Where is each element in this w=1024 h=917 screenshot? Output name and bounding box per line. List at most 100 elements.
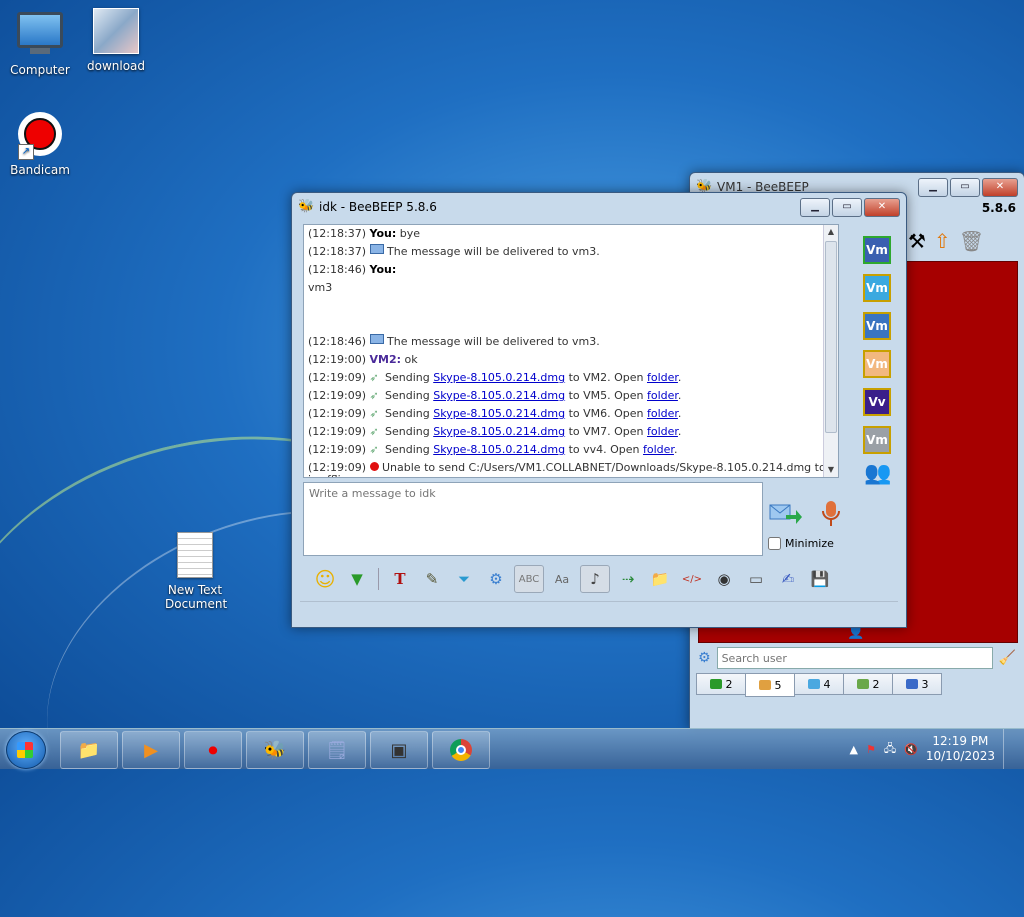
- chat-member-avatar[interactable]: Vm: [863, 312, 891, 340]
- save-button[interactable]: 💾: [806, 566, 834, 592]
- camera-icon: ◉: [717, 570, 731, 588]
- taskbar-explorer[interactable]: 📁: [60, 731, 118, 769]
- save-chat-button[interactable]: ⇢: [614, 566, 642, 592]
- word-complete-button[interactable]: Aa: [548, 566, 576, 592]
- open-folder-link[interactable]: folder: [647, 371, 678, 384]
- clock[interactable]: 12:19 PM 10/10/2023: [926, 734, 995, 764]
- open-folder-link[interactable]: folder: [647, 425, 678, 438]
- start-button[interactable]: [6, 731, 46, 769]
- chat-log[interactable]: (12:18:37) You: bye (12:18:37) The messag…: [303, 224, 839, 478]
- chat-log-line: (12:19:09) Unable to send C:/Users/VM1.C…: [308, 459, 838, 477]
- tab-files[interactable]: 3: [892, 673, 942, 695]
- taskbar-beebeep[interactable]: 🐝: [246, 731, 304, 769]
- send-option-button[interactable]: ▼: [343, 566, 371, 592]
- chat-member-avatar[interactable]: Vm: [863, 236, 891, 264]
- action-center-flag-icon[interactable]: ⚑: [866, 743, 876, 756]
- spellcheck-button[interactable]: ABC: [514, 565, 544, 593]
- message-input[interactable]: [304, 483, 762, 555]
- file-link[interactable]: Skype-8.105.0.214.dmg: [433, 371, 565, 384]
- show-hidden-icons-icon[interactable]: ▲: [850, 743, 858, 756]
- computer-icon: [16, 12, 64, 60]
- desktop-icon-label: Bandicam: [10, 163, 70, 177]
- taskbar-notepad[interactable]: 🗒: [308, 731, 366, 769]
- maximize-button[interactable]: ▭: [832, 197, 862, 217]
- open-folder-link[interactable]: folder: [647, 389, 678, 402]
- open-folder-link[interactable]: folder: [647, 407, 678, 420]
- network-icon[interactable]: 🖧: [884, 740, 896, 759]
- taskbar-bandicam[interactable]: ⏺: [184, 731, 242, 769]
- text-document-icon: [171, 532, 219, 580]
- desktop-icon-computer[interactable]: Computer: [2, 8, 78, 77]
- clear-search-icon[interactable]: 🧹: [999, 650, 1016, 666]
- groups-icon: [856, 679, 869, 689]
- desktop-icon-new-text-document[interactable]: New Text Document: [157, 532, 233, 611]
- taskbar-app[interactable]: ▣: [370, 731, 428, 769]
- send-file-button[interactable]: 📁: [646, 566, 674, 592]
- message-compose-box[interactable]: [303, 482, 763, 556]
- message-timestamp: (12:18:37): [308, 227, 366, 240]
- minimize-button[interactable]: ▁: [800, 197, 830, 217]
- volume-muted-icon[interactable]: 🔇: [904, 743, 918, 756]
- scroll-down-arrow-icon[interactable]: ▼: [824, 463, 838, 477]
- chat-log-scrollbar[interactable]: ▲ ▼: [823, 225, 838, 477]
- desktop-icon-download[interactable]: download: [78, 8, 154, 73]
- upload-icon[interactable]: ⇧: [934, 229, 951, 253]
- edit-button[interactable]: ✍: [774, 566, 802, 592]
- voice-message-button[interactable]: [818, 499, 844, 529]
- minimize-button[interactable]: ▁: [918, 177, 948, 197]
- green-chat-icon: [709, 679, 722, 689]
- record-icon: ⏺: [208, 739, 218, 761]
- desktop-icon-bandicam[interactable]: ↗ Bandicam: [2, 112, 78, 177]
- settings-icon[interactable]: ⚙: [698, 650, 711, 666]
- file-link[interactable]: Skype-8.105.0.214.dmg: [433, 389, 565, 402]
- sound-button[interactable]: ♪: [580, 565, 610, 593]
- file-link[interactable]: Skype-8.105.0.214.dmg: [433, 407, 565, 420]
- members-group-icon[interactable]: 👥: [864, 461, 891, 486]
- close-button[interactable]: ✕: [982, 177, 1018, 197]
- font-button[interactable]: T: [386, 566, 414, 592]
- color-button[interactable]: ✎: [418, 566, 446, 592]
- clock-time: 12:19 PM: [932, 734, 989, 748]
- tab-groups[interactable]: 2: [843, 673, 893, 695]
- code-icon: </>: [681, 573, 703, 585]
- chat-member-avatar[interactable]: Vm: [863, 350, 891, 378]
- show-desktop-button[interactable]: [1003, 729, 1016, 769]
- screenshot-button[interactable]: ◉: [710, 566, 738, 592]
- green-arrow-down-icon: ▼: [351, 570, 363, 588]
- taskbar-chrome[interactable]: [432, 731, 490, 769]
- close-button[interactable]: ✕: [864, 197, 900, 217]
- music-note-icon: ♪: [590, 570, 600, 588]
- trash-icon[interactable]: 🗑: [959, 229, 984, 253]
- tools-icon[interactable]: ⚒: [908, 229, 926, 253]
- maximize-button[interactable]: ▭: [950, 177, 980, 197]
- chat-window[interactable]: 🐝 idk - BeeBEEP 5.8.6 ▁ ▭ ✕ (12:18:37) Y…: [291, 192, 907, 628]
- file-link[interactable]: Skype-8.105.0.214.dmg: [433, 425, 565, 438]
- scroll-up-arrow-icon[interactable]: ▲: [824, 225, 838, 239]
- emoticon-button[interactable]: ☺: [311, 566, 339, 592]
- chat-log-line: (12:18:46) You:: [308, 261, 834, 279]
- chat-titlebar[interactable]: 🐝 idk - BeeBEEP 5.8.6 ▁ ▭ ✕: [292, 193, 906, 221]
- chat-member-avatar[interactable]: Vm: [863, 274, 891, 302]
- chat-member-avatar[interactable]: Vm: [863, 426, 891, 454]
- tab-users[interactable]: 5: [745, 673, 795, 697]
- taskbar-media-player[interactable]: ▶: [122, 731, 180, 769]
- minimize-checkbox[interactable]: [768, 537, 781, 550]
- file-link[interactable]: Skype-8.105.0.214.dmg: [433, 443, 565, 456]
- open-folder-link[interactable]: folder: [643, 443, 674, 456]
- minimize-checkbox-row[interactable]: Minimize: [768, 537, 834, 550]
- tab-count: 2: [872, 677, 880, 691]
- history-button[interactable]: ▭: [742, 566, 770, 592]
- system-tray: ▲ ⚑ 🖧 🔇 12:19 PM 10/10/2023: [850, 729, 1024, 769]
- file-transfer-icon: ➶: [369, 389, 379, 402]
- scroll-thumb[interactable]: [825, 241, 837, 433]
- chat-log-line: (12:18:37) You: bye: [308, 225, 834, 243]
- tab-conversations[interactable]: 4: [794, 673, 844, 695]
- tab-chats[interactable]: 2: [696, 673, 746, 695]
- chat-member-avatar[interactable]: Vv: [863, 388, 891, 416]
- settings-button[interactable]: ⚙: [482, 566, 510, 592]
- send-message-button[interactable]: [768, 499, 802, 527]
- export-icon: ⇢: [621, 570, 635, 588]
- html-button[interactable]: </>: [678, 566, 706, 592]
- filter-button[interactable]: ⏷: [450, 566, 478, 592]
- search-user-input[interactable]: [716, 647, 993, 669]
